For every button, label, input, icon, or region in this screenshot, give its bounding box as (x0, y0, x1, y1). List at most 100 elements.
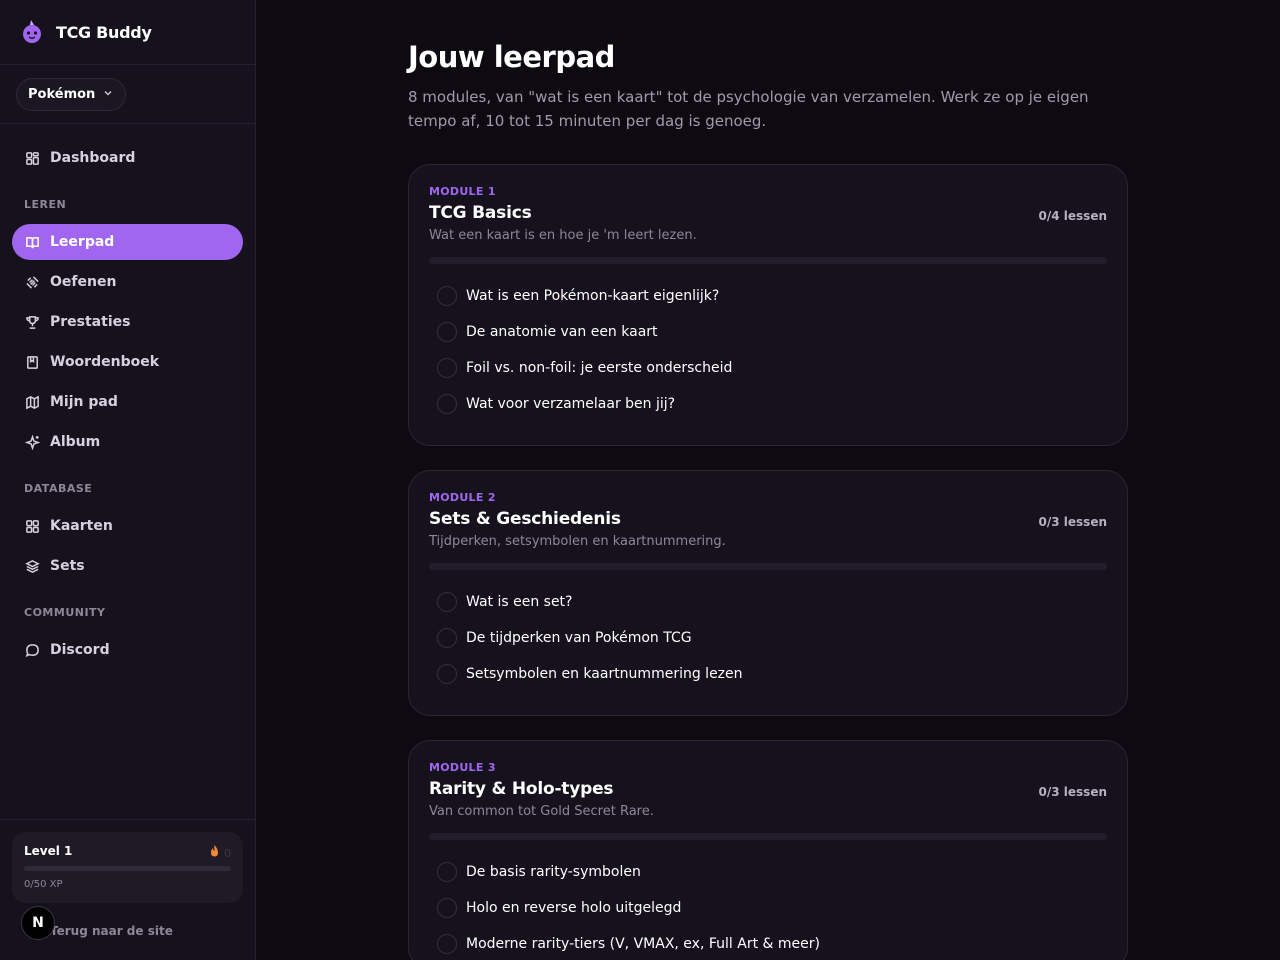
lesson-status-circle-icon (437, 862, 457, 882)
sidebar-item-mijn-pad[interactable]: Mijn pad (12, 384, 243, 420)
module-progress-bar (429, 257, 1107, 264)
sidebar-item-label: Discord (50, 642, 110, 658)
sidebar-item-label: Kaarten (50, 518, 113, 534)
sidebar-item-label: Mijn pad (50, 394, 118, 410)
lesson-list: Wat is een Pokémon-kaart eigenlijk? De a… (429, 278, 1107, 422)
chevron-down-icon (103, 88, 113, 101)
section-label-leren: LEREN (24, 197, 67, 211)
module-lesson-count: 0/3 lessen (1038, 515, 1107, 529)
module-card-2[interactable]: MODULE 2 Sets & Geschiedenis Tijdperken,… (408, 470, 1128, 716)
main-nav: Dashboard LEREN Leerpad Oefenen Prestati… (12, 140, 243, 672)
book-icon (24, 354, 40, 370)
lesson-status-circle-icon (437, 934, 457, 954)
xp-text: 0/50 XP (24, 879, 63, 890)
flame-icon (210, 845, 223, 860)
lesson-status-circle-icon (437, 898, 457, 918)
sidebar-item-label: Woordenboek (50, 354, 160, 370)
lesson-status-circle-icon (437, 286, 457, 306)
lesson-title: De basis rarity-symbolen (466, 864, 641, 880)
lesson-list: Wat is een set? De tijdperken van Pokémo… (429, 584, 1107, 692)
lesson-item[interactable]: De tijdperken van Pokémon TCG (429, 620, 1107, 656)
module-title: Sets & Geschiedenis (429, 509, 621, 529)
module-card-1[interactable]: MODULE 1 TCG Basics Wat een kaart is en … (408, 164, 1128, 446)
sidebar-item-label: Album (50, 434, 101, 450)
lesson-item[interactable]: De anatomie van een kaart (429, 314, 1107, 350)
lesson-status-circle-icon (437, 322, 457, 342)
lesson-list: De basis rarity-symbolen Holo en reverse… (429, 854, 1107, 960)
lesson-title: Moderne rarity-tiers (V, VMAX, ex, Full … (466, 936, 820, 952)
brand-name: TCG Buddy (56, 22, 152, 42)
streak-indicator: 0 (210, 845, 231, 860)
sidebar: TCG Buddy Pokémon Dashboard LEREN Leerpa… (0, 0, 256, 960)
lesson-item[interactable]: Setsymbolen en kaartnummering lezen (429, 656, 1107, 692)
module-title: Rarity & Holo-types (429, 779, 614, 799)
module-progress-bar (429, 563, 1107, 570)
level-title: Level 1 (24, 844, 73, 858)
sparkles-icon (24, 434, 40, 450)
next-badge[interactable]: N (21, 906, 55, 940)
section-label-community: COMMUNITY (24, 605, 106, 619)
lesson-status-circle-icon (437, 628, 457, 648)
grid-icon (24, 150, 40, 166)
module-description: Tijdperken, setsymbolen en kaartnummerin… (429, 534, 726, 549)
module-lesson-count: 0/4 lessen (1038, 209, 1107, 223)
module-label: MODULE 3 (429, 761, 496, 774)
lesson-title: Wat is een set? (466, 594, 573, 610)
sidebar-item-dashboard[interactable]: Dashboard (12, 140, 243, 176)
game-select-value: Pokémon (28, 87, 96, 102)
layers-icon (24, 558, 40, 574)
game-selector-row: Pokémon (0, 65, 255, 124)
brand[interactable]: TCG Buddy (0, 0, 255, 65)
sidebar-item-woordenboek[interactable]: Woordenboek (12, 344, 243, 380)
lesson-status-circle-icon (437, 358, 457, 378)
sidebar-footer: Level 1 0 0/50 XP Terug naar de site N (0, 819, 255, 960)
lesson-title: De tijdperken van Pokémon TCG (466, 630, 692, 646)
lesson-status-circle-icon (437, 394, 457, 414)
lesson-item[interactable]: Wat is een Pokémon-kaart eigenlijk? (429, 278, 1107, 314)
lesson-item[interactable]: Wat voor verzamelaar ben jij? (429, 386, 1107, 422)
sidebar-item-label: Leerpad (50, 234, 115, 250)
sidebar-item-oefenen[interactable]: Oefenen (12, 264, 243, 300)
lesson-item[interactable]: Foil vs. non-foil: je eerste onderscheid (429, 350, 1107, 386)
section-label-database: DATABASE (24, 481, 93, 495)
module-label: MODULE 1 (429, 185, 496, 198)
back-to-site-link[interactable]: Terug naar de site (50, 924, 173, 938)
sidebar-item-discord[interactable]: Discord (12, 632, 243, 668)
lesson-item[interactable]: Moderne rarity-tiers (V, VMAX, ex, Full … (429, 926, 1107, 960)
lesson-item[interactable]: Holo en reverse holo uitgelegd (429, 890, 1107, 926)
module-label: MODULE 2 (429, 491, 496, 504)
module-description: Van common tot Gold Secret Rare. (429, 804, 654, 819)
module-card-3[interactable]: MODULE 3 Rarity & Holo-types Van common … (408, 740, 1128, 960)
lesson-status-circle-icon (437, 592, 457, 612)
lesson-item[interactable]: De basis rarity-symbolen (429, 854, 1107, 890)
map-icon (24, 394, 40, 410)
lesson-status-circle-icon (437, 664, 457, 684)
lesson-title: Wat voor verzamelaar ben jij? (466, 396, 676, 412)
level-card: Level 1 0 0/50 XP (12, 832, 243, 903)
page-subtitle: 8 modules, van "wat is een kaart" tot de… (408, 88, 1089, 130)
sidebar-item-label: Sets (50, 558, 85, 574)
chat-bubble-icon (24, 642, 40, 658)
lesson-title: Holo en reverse holo uitgelegd (466, 900, 682, 916)
lesson-item[interactable]: Wat is een set? (429, 584, 1107, 620)
page-title: Jouw leerpad (408, 40, 615, 74)
lesson-title: Wat is een Pokémon-kaart eigenlijk? (466, 288, 720, 304)
module-progress-bar (429, 833, 1107, 840)
sidebar-item-album[interactable]: Album (12, 424, 243, 460)
sidebar-item-sets[interactable]: Sets (12, 548, 243, 584)
xp-progress-bar (24, 866, 231, 871)
module-title: TCG Basics (429, 203, 532, 223)
module-description: Wat een kaart is en hoe je 'm leert leze… (429, 228, 697, 243)
lesson-title: Setsymbolen en kaartnummering lezen (466, 666, 743, 682)
lesson-title: De anatomie van een kaart (466, 324, 658, 340)
lesson-title: Foil vs. non-foil: je eerste onderscheid (466, 360, 733, 376)
sidebar-item-label: Dashboard (50, 150, 136, 166)
sidebar-item-prestaties[interactable]: Prestaties (12, 304, 243, 340)
module-lesson-count: 0/3 lessen (1038, 785, 1107, 799)
sidebar-item-leerpad[interactable]: Leerpad (12, 224, 243, 260)
trophy-icon (24, 314, 40, 330)
open-book-icon (24, 234, 40, 250)
sidebar-item-kaarten[interactable]: Kaarten (12, 508, 243, 544)
streak-count: 0 (224, 847, 231, 860)
game-select[interactable]: Pokémon (16, 78, 127, 111)
